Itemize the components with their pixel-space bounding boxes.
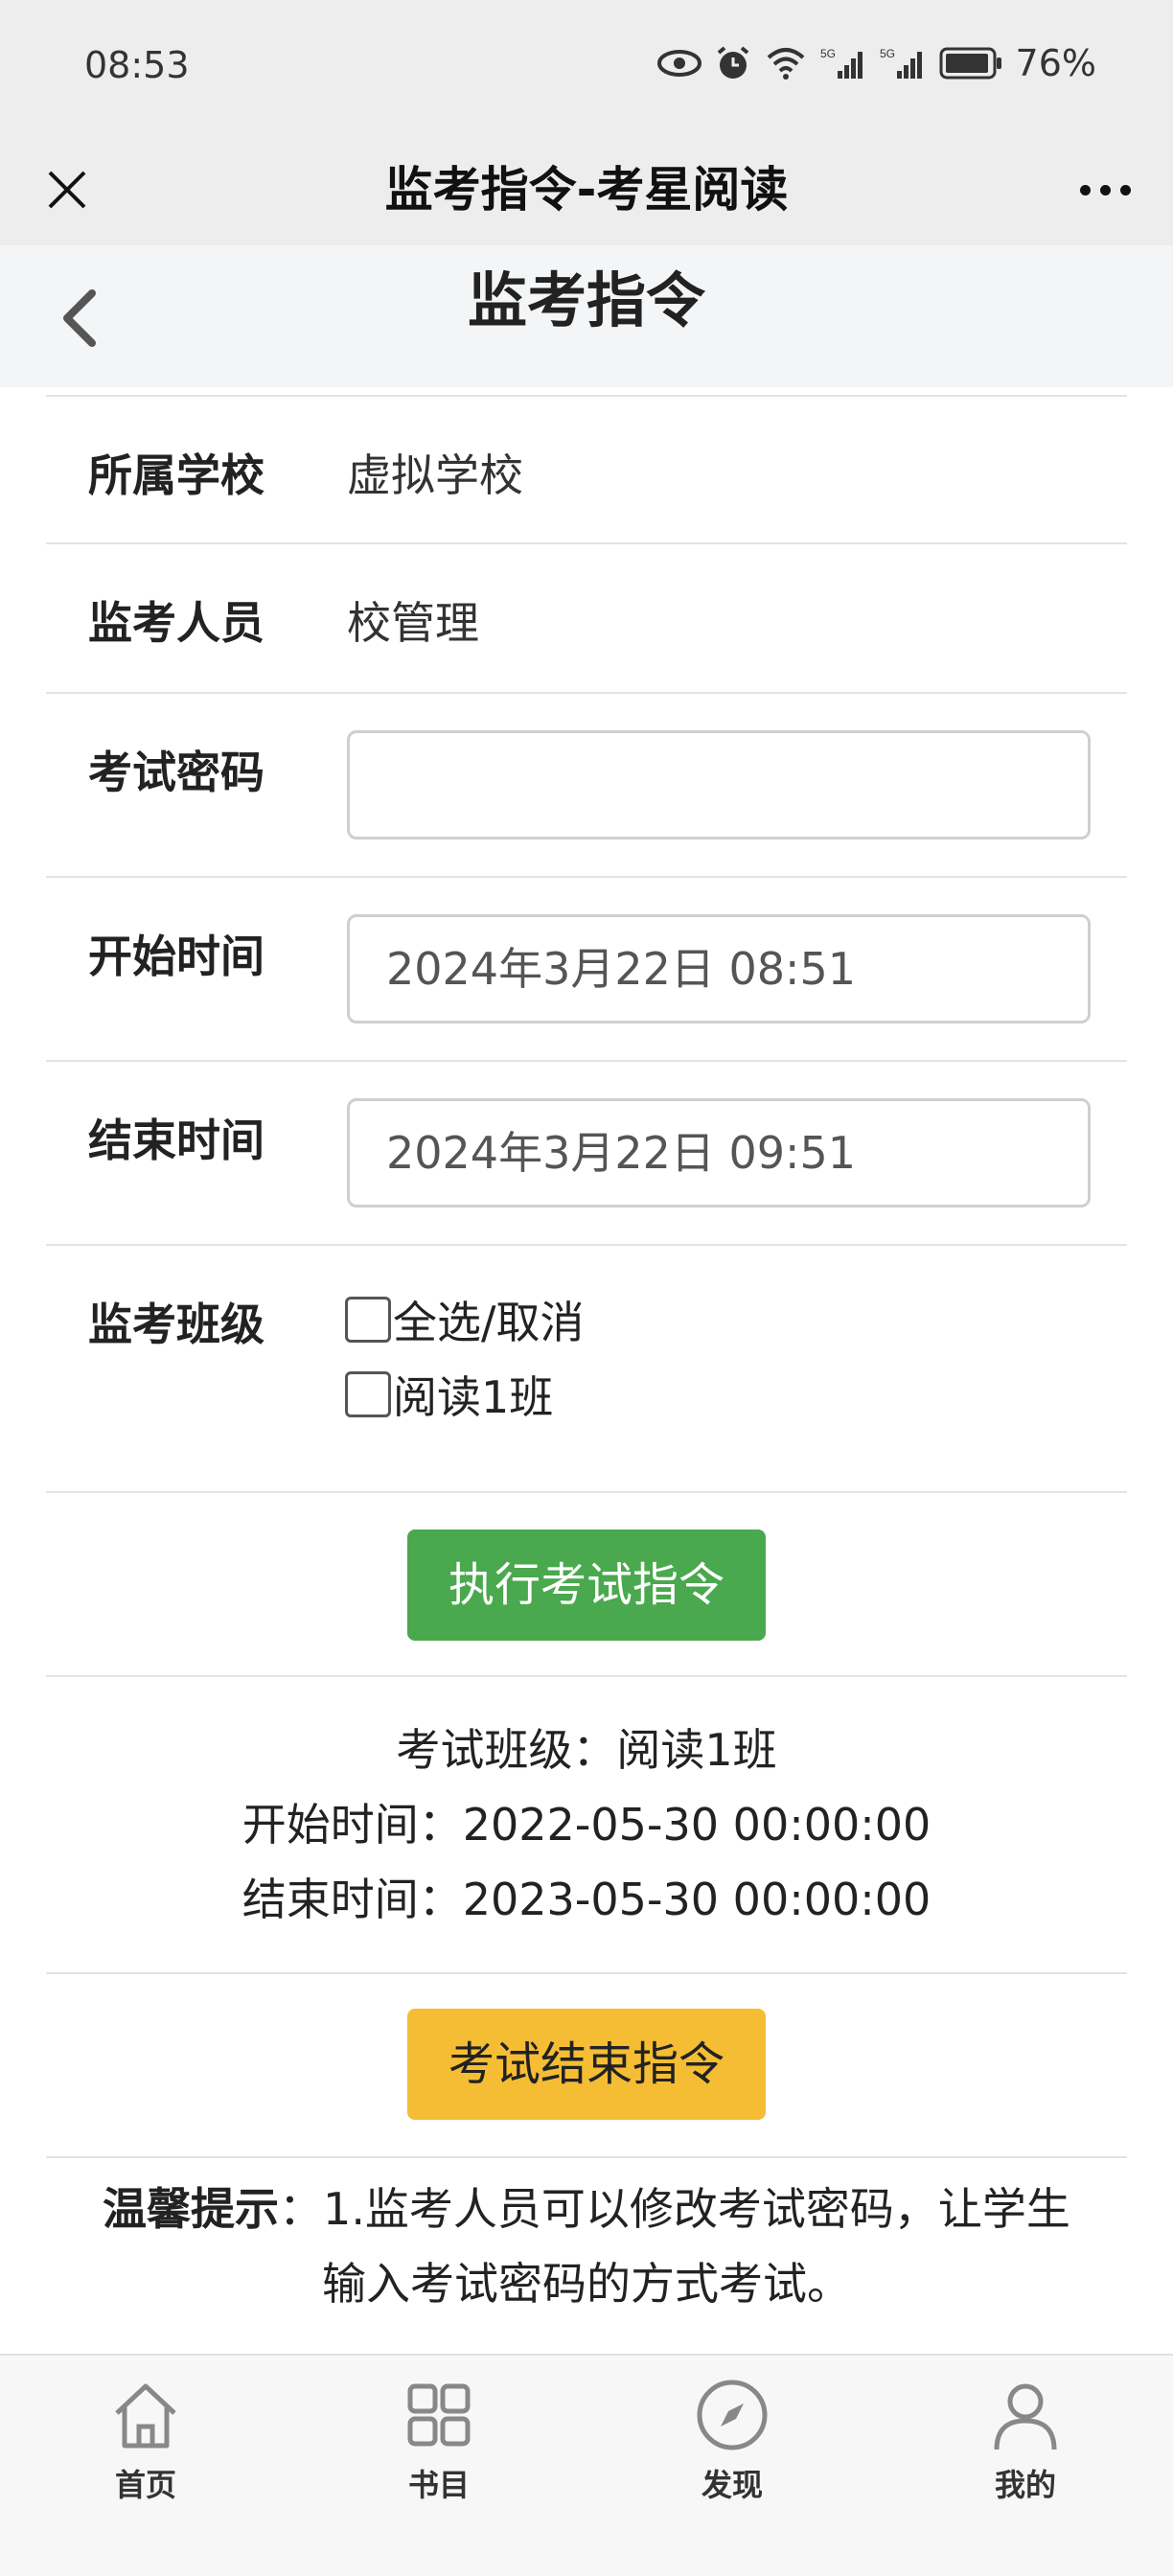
battery-percent: 76% (1015, 42, 1096, 84)
start-time-row: 开始时间 2024年3月22日 08:51 (46, 876, 1127, 1060)
battery-icon (939, 47, 1001, 80)
class-label: 监考班级 (88, 1299, 264, 1350)
signal-icon: 5G (820, 47, 862, 79)
end-time-input[interactable]: 2024年3月22日 09:51 (347, 1098, 1091, 1208)
select-all-checkbox[interactable]: 全选/取消 (345, 1288, 585, 1351)
current-exam-row: 考试班级：阅读1班 开始时间：2022-05-30 00:00:00 结束时间：… (46, 1675, 1127, 1972)
checkbox-box[interactable] (345, 1297, 391, 1343)
page-header: 监考指令 (0, 245, 1173, 387)
checkbox-box[interactable] (345, 1371, 391, 1417)
status-time: 08:53 (84, 44, 190, 86)
end-time-label: 结束时间 (88, 1115, 264, 1166)
more-icon-dot (1079, 184, 1091, 196)
nav-item-catalog[interactable]: 书目 (343, 2377, 535, 2505)
status-icons: 5G 5G 76% (656, 42, 1096, 84)
wifi-icon (767, 48, 804, 80)
exam-start-info: 开始时间：2022-05-30 00:00:00 (242, 1799, 932, 1851)
execute-exam-button[interactable]: 执行考试指令 (407, 1530, 766, 1641)
main-content: 所属学校 虚拟学校 监考人员 校管理 考试密码 开始时间 2024年3月22日 … (46, 395, 1127, 2348)
select-all-label: 全选/取消 (393, 1297, 585, 1348)
page-title: 监考指令 (467, 265, 705, 335)
tip-text: 温馨提示：1.监考人员可以修改考试密码，让学生输入考试密码的方式考试。 (46, 2172, 1127, 2321)
eye-icon (656, 50, 702, 77)
password-label: 考试密码 (88, 747, 264, 798)
class-checkbox[interactable]: 阅读1班 (345, 1363, 553, 1426)
bottom-nav: 首页 书目 发现 我的 (0, 2354, 1173, 2576)
signal-icon: 5G (880, 47, 922, 79)
close-button[interactable] (31, 153, 104, 226)
school-label: 所属学校 (88, 449, 264, 501)
start-time-input[interactable]: 2024年3月22日 08:51 (347, 914, 1091, 1024)
school-row: 所属学校 虚拟学校 (46, 395, 1127, 542)
nav-item-discover[interactable]: 发现 (636, 2377, 828, 2505)
tip-row: 温馨提示：1.监考人员可以修改考试密码，让学生输入考试密码的方式考试。 (46, 2156, 1127, 2348)
proctor-label: 监考人员 (88, 597, 264, 649)
proctor-row: 监考人员 校管理 (46, 542, 1127, 692)
start-time-label: 开始时间 (88, 931, 264, 982)
grid-icon (407, 2383, 471, 2447)
user-icon (994, 2383, 1057, 2450)
wechat-title-bar: 监考指令-考星阅读 (0, 134, 1173, 245)
exam-password-input[interactable] (347, 730, 1091, 840)
svg-text:5G: 5G (880, 47, 895, 60)
password-row: 考试密码 (46, 692, 1127, 876)
compass-icon (697, 2380, 768, 2450)
end-exam-button[interactable]: 考试结束指令 (407, 2009, 766, 2120)
class-option-label: 阅读1班 (393, 1371, 554, 1423)
end-exam-row: 考试结束指令 (46, 1972, 1127, 2156)
nav-label: 我的 (994, 2467, 1056, 2503)
end-time-row: 结束时间 2024年3月22日 09:51 (46, 1060, 1127, 1244)
alarm-icon (717, 46, 748, 79)
nav-item-home[interactable]: 首页 (50, 2377, 242, 2505)
window-title: 监考指令-考星阅读 (384, 162, 789, 218)
nav-item-mine[interactable]: 我的 (930, 2377, 1121, 2505)
nav-label: 首页 (114, 2467, 176, 2503)
school-value: 虚拟学校 (347, 449, 523, 501)
status-bar: 08:53 5G 5G 76% (0, 0, 1173, 134)
svg-text:5G: 5G (820, 47, 836, 60)
proctor-value: 校管理 (347, 597, 479, 649)
execute-row: 执行考试指令 (46, 1491, 1127, 1675)
nav-label: 书目 (407, 2467, 470, 2503)
more-button[interactable] (1062, 153, 1148, 226)
more-icon-dot (1119, 184, 1131, 196)
nav-label: 发现 (701, 2467, 763, 2503)
exam-end-info: 结束时间：2023-05-30 00:00:00 (242, 1874, 932, 1925)
close-icon (48, 171, 86, 209)
exam-class-info: 考试班级：阅读1班 (396, 1724, 777, 1776)
tip-body: ：1.监考人员可以修改考试密码，让学生输入考试密码的方式考试。 (279, 2183, 1070, 2310)
class-row: 监考班级 全选/取消 阅读1班 (46, 1244, 1127, 1491)
home-icon (115, 2383, 176, 2449)
tip-title: 温馨提示 (103, 2183, 280, 2235)
more-icon-dot (1099, 184, 1111, 196)
